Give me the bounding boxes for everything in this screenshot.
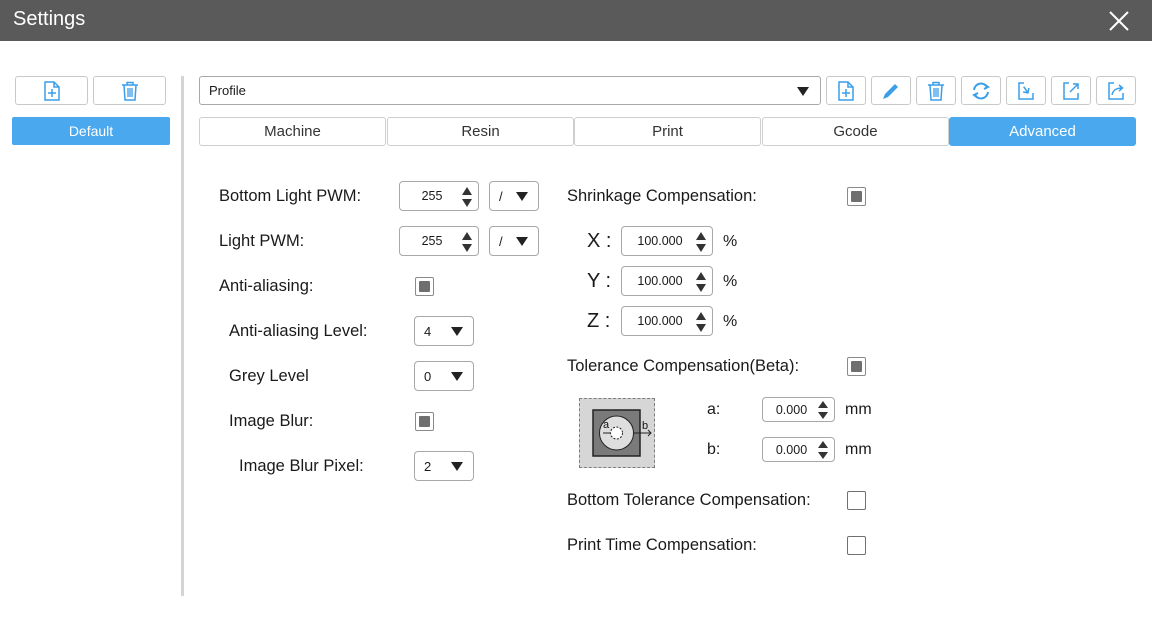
- share-icon: [1108, 81, 1124, 100]
- shrinkage-z-input[interactable]: 100.000: [621, 306, 713, 336]
- chevron-down-icon: [451, 372, 463, 381]
- shrinkage-compensation-label: Shrinkage Compensation:: [567, 187, 757, 205]
- edit-profile-button[interactable]: [871, 76, 911, 105]
- close-icon: [1109, 11, 1129, 31]
- print-time-compensation-label: Print Time Compensation:: [567, 536, 757, 554]
- tab-resin[interactable]: Resin: [387, 117, 574, 146]
- trash-icon: [928, 81, 944, 101]
- import-icon: [1018, 81, 1034, 100]
- import-button[interactable]: [1006, 76, 1046, 105]
- tab-gcode[interactable]: Gcode: [762, 117, 949, 146]
- chevron-down-icon: [451, 462, 463, 471]
- light-pwm-input[interactable]: 255: [399, 226, 479, 256]
- spinner-arrows-icon[interactable]: [818, 441, 828, 459]
- shrinkage-y-label: Y :: [587, 270, 612, 292]
- shrinkage-x-label: X :: [587, 230, 612, 252]
- sidebar-item-default[interactable]: Default: [12, 117, 170, 145]
- image-blur-checkbox[interactable]: [415, 412, 434, 431]
- trash-icon: [121, 81, 138, 101]
- shrinkage-x-unit: %: [723, 233, 738, 250]
- bottom-tolerance-compensation-label: Bottom Tolerance Compensation:: [567, 491, 811, 509]
- spinner-arrows-icon[interactable]: [818, 401, 828, 419]
- file-plus-icon: [43, 80, 60, 101]
- tolerance-compensation-label: Tolerance Compensation(Beta):: [567, 357, 800, 375]
- image-blur-label: Image Blur:: [229, 412, 314, 430]
- shrinkage-y-input[interactable]: 100.000: [621, 266, 713, 296]
- shrinkage-z-unit: %: [723, 313, 738, 330]
- tolerance-a-input[interactable]: 0.000: [762, 397, 835, 422]
- close-button[interactable]: [1100, 2, 1138, 40]
- tolerance-b-input[interactable]: 0.000: [762, 437, 835, 462]
- diagram-label-a: a: [603, 419, 610, 431]
- add-profile-button[interactable]: [15, 76, 88, 105]
- grey-level-label: Grey Level: [229, 367, 309, 385]
- export-button[interactable]: [1051, 76, 1091, 105]
- profile-selected-value: Profile: [209, 83, 246, 98]
- chevron-down-icon: [451, 327, 463, 336]
- spinner-arrows-icon[interactable]: [696, 272, 706, 292]
- image-blur-pixel-label: Image Blur Pixel:: [239, 457, 364, 475]
- tab-print[interactable]: Print: [574, 117, 761, 146]
- shrinkage-compensation-checkbox[interactable]: [847, 187, 866, 206]
- refresh-icon: [972, 82, 990, 99]
- new-profile-button[interactable]: [826, 76, 866, 105]
- bottom-tolerance-compensation-checkbox[interactable]: [847, 491, 866, 510]
- file-plus-icon: [838, 80, 854, 101]
- image-blur-pixel-select[interactable]: 2: [414, 451, 474, 481]
- spinner-arrows-icon[interactable]: [462, 187, 472, 207]
- title-bar: Settings: [0, 0, 1152, 41]
- chevron-down-icon: [797, 87, 809, 96]
- anti-aliasing-checkbox[interactable]: [415, 277, 434, 296]
- print-time-compensation-checkbox[interactable]: [847, 536, 866, 555]
- bottom-light-pwm-input[interactable]: 255: [399, 181, 479, 211]
- light-pwm-label: Light PWM:: [219, 232, 305, 250]
- tolerance-diagram-icon: [592, 409, 652, 457]
- anti-aliasing-level-label: Anti-aliasing Level:: [229, 322, 368, 340]
- spinner-arrows-icon[interactable]: [462, 232, 472, 252]
- delete-profile-button[interactable]: [93, 76, 166, 105]
- chevron-down-icon: [516, 192, 528, 201]
- share-button[interactable]: [1096, 76, 1136, 105]
- tab-machine[interactable]: Machine: [199, 117, 386, 146]
- spinner-arrows-icon[interactable]: [696, 232, 706, 252]
- chevron-down-icon: [516, 237, 528, 246]
- grey-level-select[interactable]: 0: [414, 361, 474, 391]
- tolerance-a-unit: mm: [845, 401, 872, 418]
- tolerance-diagram: a b: [579, 398, 655, 468]
- bottom-light-pwm-mode-select[interactable]: /: [489, 181, 539, 211]
- shrinkage-y-unit: %: [723, 273, 738, 290]
- profile-dropdown[interactable]: Profile: [199, 76, 821, 105]
- shrinkage-x-input[interactable]: 100.000: [621, 226, 713, 256]
- tolerance-b-label: b:: [707, 441, 721, 458]
- window-title: Settings: [13, 8, 86, 30]
- tolerance-compensation-checkbox[interactable]: [847, 357, 866, 376]
- spinner-arrows-icon[interactable]: [696, 312, 706, 332]
- anti-aliasing-label: Anti-aliasing:: [219, 277, 314, 295]
- pencil-icon: [883, 83, 898, 99]
- diagram-label-b: b: [642, 420, 649, 432]
- reset-button[interactable]: [961, 76, 1001, 105]
- light-pwm-mode-select[interactable]: /: [489, 226, 539, 256]
- shrinkage-z-label: Z :: [587, 310, 611, 332]
- anti-aliasing-level-select[interactable]: 4: [414, 316, 474, 346]
- export-icon: [1063, 81, 1079, 100]
- delete-button[interactable]: [916, 76, 956, 105]
- tolerance-a-label: a:: [707, 401, 721, 418]
- tab-advanced[interactable]: Advanced: [949, 117, 1136, 146]
- bottom-light-pwm-label: Bottom Light PWM:: [219, 187, 362, 205]
- sidebar-divider: [181, 76, 184, 596]
- tolerance-b-unit: mm: [845, 441, 872, 458]
